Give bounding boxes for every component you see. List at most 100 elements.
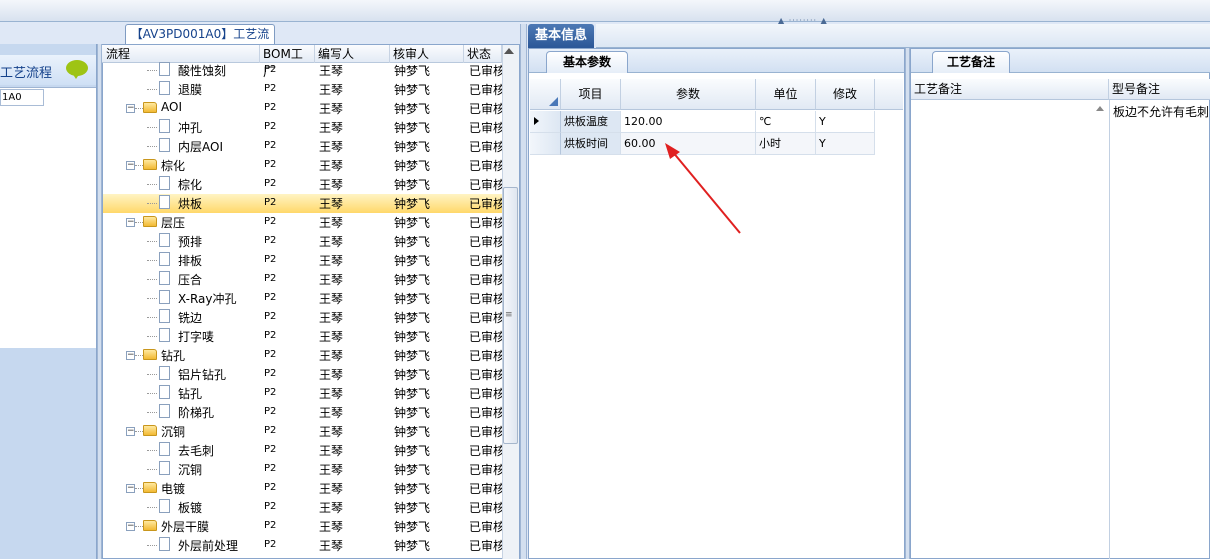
reviewer-cell: 钟梦飞 (394, 368, 431, 382)
param-value-cell[interactable]: 120.00 (621, 111, 756, 133)
col-header-modify[interactable]: 修改 (816, 79, 875, 110)
collapse-toggle-icon[interactable]: − (126, 484, 135, 493)
row-header-current[interactable] (530, 111, 561, 133)
param-unit-cell[interactable]: 小时 (756, 133, 816, 155)
tree-connector (147, 336, 157, 337)
tree-step-row[interactable]: 退膜 P2 王琴 钟梦飞 已审核 (103, 80, 502, 99)
tab-process-notes[interactable]: 工艺备注 (932, 51, 1010, 73)
collapse-toggle-icon[interactable]: − (126, 522, 135, 531)
tab-basic-info[interactable]: 基本信息 (528, 24, 594, 48)
left-list-item[interactable]: 1A0 (0, 89, 44, 106)
tree-connector (147, 241, 157, 242)
tree-node-label: 酸性蚀刻 (178, 64, 227, 78)
writer-cell: 王琴 (319, 520, 344, 534)
tree-step-row[interactable]: 烘板 P2 王琴 钟梦飞 已审核 (103, 194, 502, 213)
collapse-toggle-icon[interactable]: − (126, 427, 135, 436)
param-unit-cell[interactable]: ℃ (756, 111, 816, 133)
tree-group-row[interactable]: − 沉铜 P2 王琴 钟梦飞 已审核 (103, 422, 502, 441)
tree-node-label: 预排 (178, 235, 203, 249)
tree-node-label: 层压 (161, 216, 186, 230)
top-toolbar (0, 0, 1210, 22)
writer-cell: 王琴 (319, 197, 344, 211)
param-item-cell[interactable]: 烘板温度 (561, 111, 621, 133)
tree-step-row[interactable]: 冲孔 P2 王琴 钟梦飞 已审核 (103, 118, 502, 137)
tree-group-row[interactable]: − 层压 P2 王琴 钟梦飞 已审核 (103, 213, 502, 232)
tree-connector (147, 469, 157, 470)
comment-bubble-icon[interactable] (66, 60, 88, 79)
collapse-toggle-icon[interactable]: − (126, 351, 135, 360)
tree-step-row[interactable]: 预排 P2 王琴 钟梦飞 已审核 (103, 232, 502, 251)
current-row-arrow-icon (534, 117, 539, 125)
tree-group-row[interactable]: − 棕化 P2 王琴 钟梦飞 已审核 (103, 156, 502, 175)
writer-cell: 王琴 (319, 406, 344, 420)
red-arrow-annotation (665, 143, 741, 234)
model-note-text[interactable]: 板边不允许有毛刺 (1113, 103, 1210, 120)
tree-step-row[interactable]: 铣边 P2 王琴 钟梦飞 已审核 (103, 308, 502, 327)
col-header-model-note[interactable]: 型号备注 (1109, 79, 1210, 100)
writer-cell: 王琴 (319, 254, 344, 268)
tree-group-row[interactable]: − AOI P2 王琴 钟梦飞 已审核 (103, 99, 502, 118)
tree-group-row[interactable]: − 钻孔 P2 王琴 钟梦飞 已审核 (103, 346, 502, 365)
writer-cell: 王琴 (319, 444, 344, 458)
bom-factory-cell: P2 (264, 330, 277, 341)
tree-step-row[interactable]: 板镀 P2 王琴 钟梦飞 已审核 (103, 498, 502, 517)
bom-factory-cell: P2 (264, 292, 277, 303)
tree-group-row[interactable]: − 电镀 P2 王琴 钟梦飞 已审核 (103, 479, 502, 498)
tree-step-row[interactable]: 去毛刺 P2 王琴 钟梦飞 已审核 (103, 441, 502, 460)
tree-node-label: 退膜 (178, 83, 203, 97)
tree-step-row[interactable]: 棕化 P2 王琴 钟梦飞 已审核 (103, 175, 502, 194)
bom-factory-cell: P2 (264, 64, 277, 75)
tree-group-row[interactable]: − 外层干膜 P2 王琴 钟梦飞 已审核 (103, 517, 502, 536)
bom-factory-cell: P2 (264, 482, 277, 493)
bom-factory-cell: P2 (264, 197, 277, 208)
tree-connector (147, 127, 157, 128)
status-cell: 已审核 (469, 178, 502, 192)
tab-basic-params[interactable]: 基本参数 (546, 51, 628, 73)
reviewer-cell: 钟梦飞 (394, 311, 431, 325)
tree-step-row[interactable]: 酸性蚀刻 P2 王琴 钟梦飞 已审核 (103, 61, 502, 80)
tree-step-row[interactable]: X-Ray冲孔 P2 王琴 钟梦飞 已审核 (103, 289, 502, 308)
tree-node-label: 去毛刺 (178, 444, 215, 458)
tree-step-row[interactable]: 外层前处理 P2 王琴 钟梦飞 已审核 (103, 536, 502, 555)
params-corner-header (530, 79, 561, 110)
param-modify-cell[interactable]: Y (816, 133, 875, 155)
collapse-toggle-icon[interactable]: − (126, 104, 135, 113)
tree-step-row[interactable]: 铝片钻孔 P2 王琴 钟梦飞 已审核 (103, 365, 502, 384)
status-cell: 已审核 (469, 140, 502, 154)
tree-connector (147, 203, 157, 204)
param-modify-cell[interactable]: Y (816, 111, 875, 133)
tree-step-row[interactable]: 阶梯孔 P2 王琴 钟梦飞 已审核 (103, 403, 502, 422)
tree-step-row[interactable]: 钻孔 P2 王琴 钟梦飞 已审核 (103, 384, 502, 403)
writer-cell: 王琴 (319, 102, 344, 116)
scroll-up-arrow-icon[interactable] (504, 48, 514, 54)
document-icon (159, 404, 170, 418)
reviewer-cell: 钟梦飞 (394, 425, 431, 439)
status-cell: 已审核 (469, 444, 502, 458)
col-header-param[interactable]: 参数 (621, 79, 756, 110)
row-header[interactable] (530, 133, 561, 155)
param-item-cell[interactable]: 烘板时间 (561, 133, 621, 155)
collapse-toggle-icon[interactable]: − (126, 218, 135, 227)
col-header-process-note[interactable]: 工艺备注 (911, 79, 1109, 100)
tree-node-label: 钻孔 (161, 349, 186, 363)
tree-step-row[interactable]: 沉铜 P2 王琴 钟梦飞 已审核 (103, 460, 502, 479)
tree-step-row[interactable]: 内层AOI P2 王琴 钟梦飞 已审核 (103, 137, 502, 156)
tree-step-row[interactable]: 打字唛 P2 王琴 钟梦飞 已审核 (103, 327, 502, 346)
tree-step-row[interactable]: 压合 P2 王琴 钟梦飞 已审核 (103, 270, 502, 289)
bom-factory-cell: P2 (264, 444, 277, 455)
tree-step-row[interactable]: 排板 P2 王琴 钟梦飞 已审核 (103, 251, 502, 270)
collapse-toggle-icon[interactable]: − (126, 161, 135, 170)
writer-cell: 王琴 (319, 64, 344, 78)
col-header-item[interactable]: 项目 (561, 79, 621, 110)
middle-splitter[interactable] (520, 24, 527, 559)
notes-panel (910, 48, 1210, 559)
col-header-unit[interactable]: 单位 (756, 79, 816, 110)
tree-node-label: 外层干膜 (161, 520, 210, 534)
status-cell: 已审核 (469, 121, 502, 135)
writer-cell: 王琴 (319, 463, 344, 477)
writer-cell: 王琴 (319, 330, 344, 344)
tab-process-flow[interactable]: 【AV3PD001A0】工艺流程 (125, 24, 275, 60)
left-panel-title: 工艺流程 (0, 66, 53, 81)
note-scroll-up-icon[interactable] (1096, 106, 1104, 111)
reviewer-cell: 钟梦飞 (394, 387, 431, 401)
